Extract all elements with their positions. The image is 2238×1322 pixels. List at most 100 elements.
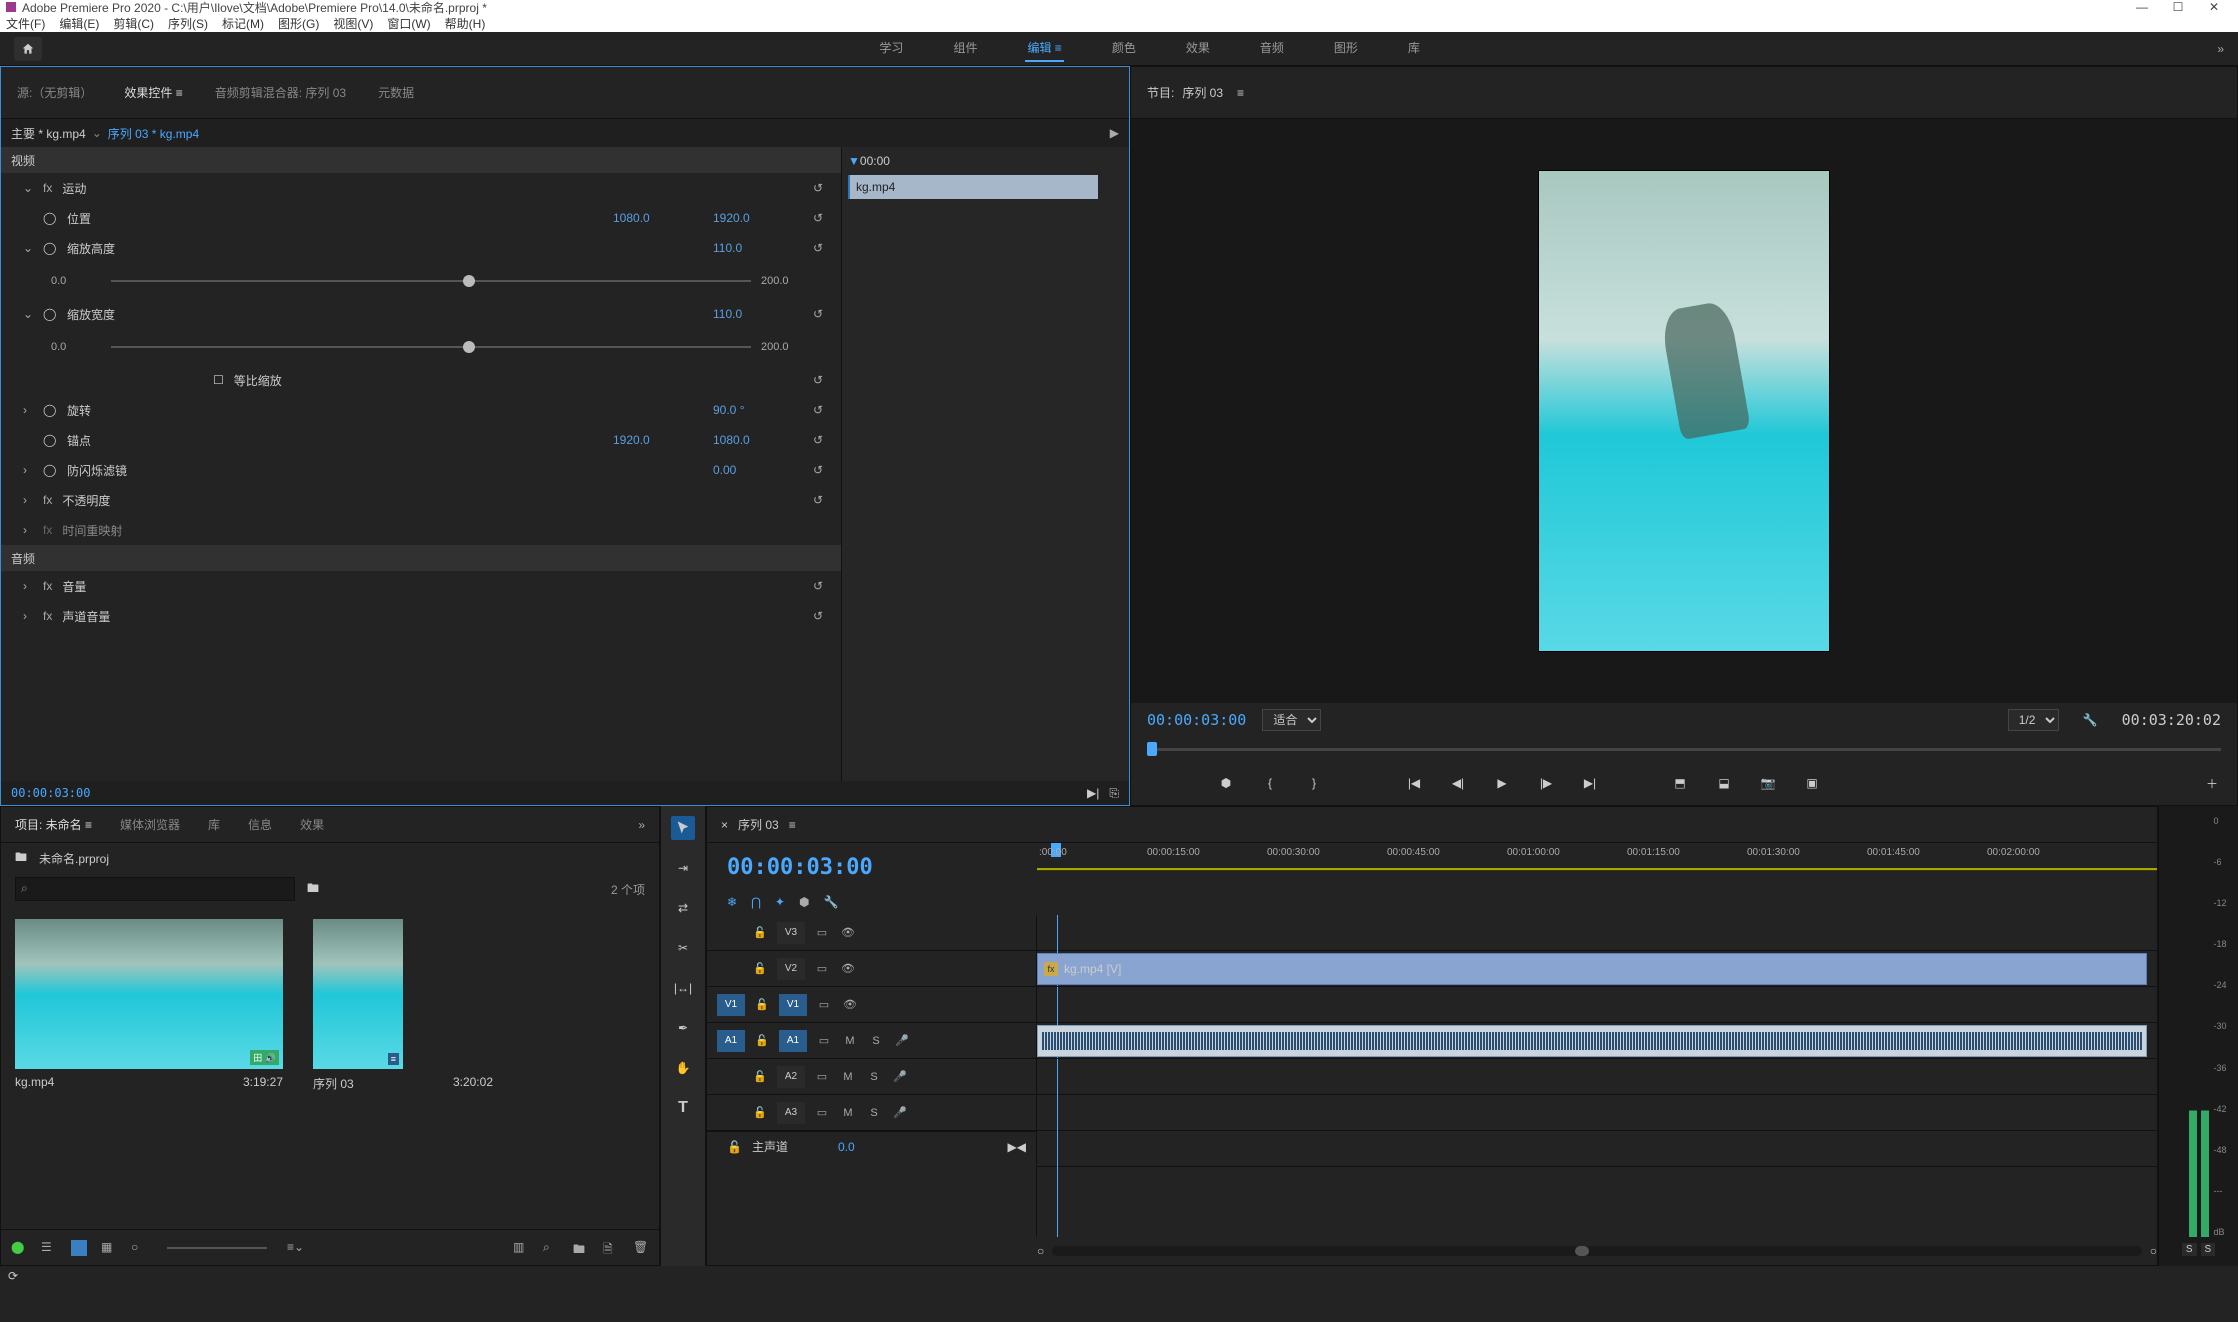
menu-view[interactable]: 视图(V) [333, 15, 373, 32]
tab-project[interactable]: 项目: 未命名 [15, 816, 92, 833]
home-button[interactable] [14, 37, 42, 61]
menu-help[interactable]: 帮助(H) [445, 15, 486, 32]
stopwatch-icon[interactable]: ◯ [43, 463, 57, 477]
reset-icon[interactable]: ↺ [813, 241, 831, 255]
mini-clip[interactable]: kg.mp4 [848, 175, 1098, 199]
tab-close-icon[interactable]: × [721, 818, 728, 832]
mark-out-icon[interactable]: } [1305, 774, 1323, 792]
freeform-view-icon[interactable]: ▦ [101, 1240, 117, 1256]
ec-timecode[interactable]: 00:00:03:00 [11, 786, 90, 800]
export-frame-icon[interactable]: ⎘ [1109, 786, 1119, 801]
rotation-value[interactable]: 90.0 ° [713, 403, 803, 417]
source-patch-a1[interactable]: A1 [717, 1030, 745, 1052]
effect-volume[interactable]: ›fx 音量 ↺ [1, 571, 841, 601]
track-header-v2[interactable]: 🔓V2▭👁 [707, 951, 1036, 987]
slip-tool[interactable]: |↔| [671, 976, 695, 1000]
icon-view-icon[interactable] [71, 1240, 87, 1256]
chevron-down-icon[interactable]: ⌄ [92, 126, 102, 140]
reset-icon[interactable]: ↺ [813, 373, 831, 387]
thumb-size-slider[interactable] [167, 1247, 267, 1249]
stopwatch-icon[interactable]: ◯ [43, 211, 57, 225]
settings-icon[interactable]: 🔧 [823, 895, 838, 909]
property-scale-width[interactable]: ⌄◯ 缩放宽度 110.0 ↺ [1, 299, 841, 329]
tab-info[interactable]: 信息 [248, 816, 272, 833]
flicker-value[interactable]: 0.00 [713, 463, 803, 477]
timeline-markers-icon[interactable]: ⬢ [799, 895, 809, 909]
audio-clip[interactable] [1037, 1025, 2147, 1057]
property-uniform-scale[interactable]: ☐ 等比缩放 ↺ [1, 365, 841, 395]
bin-icon[interactable]: 🖿 [15, 848, 29, 869]
playhead-icon[interactable]: ▼ [848, 154, 860, 168]
property-anchor[interactable]: ◯ 锚点 1920.0 1080.0 ↺ [1, 425, 841, 455]
property-scale-height[interactable]: ⌄◯ 缩放高度 110.0 ↺ [1, 233, 841, 263]
stopwatch-icon[interactable]: ◯ [43, 307, 57, 321]
tab-effect-controls[interactable]: 效果控件 [124, 84, 182, 101]
tab-effects[interactable]: 效果 [300, 816, 324, 833]
list-view-icon[interactable]: ☰ [41, 1240, 57, 1256]
automate-to-sequence-icon[interactable]: ▥ [513, 1240, 529, 1256]
position-x[interactable]: 1080.0 [613, 211, 703, 225]
timeline-zoom-bar[interactable]: ○○ [707, 1237, 2157, 1265]
workspace-editing[interactable]: 编辑 [1025, 35, 1063, 62]
type-tool[interactable]: T [671, 1096, 695, 1120]
anchor-y[interactable]: 1080.0 [713, 433, 803, 447]
program-scrubber[interactable] [1131, 737, 2237, 761]
step-back-icon[interactable]: ◀| [1449, 774, 1467, 792]
step-forward-icon[interactable]: |▶ [1537, 774, 1555, 792]
menu-window[interactable]: 窗口(W) [387, 15, 430, 32]
razor-tool[interactable]: ✂ [671, 936, 695, 960]
effect-mini-timeline[interactable]: ▼ 00:00 kg.mp4 [841, 147, 1129, 781]
menu-edit[interactable]: 编辑(E) [59, 15, 99, 32]
go-to-in-icon[interactable]: |◀ [1405, 774, 1423, 792]
stopwatch-icon[interactable]: ◯ [43, 241, 57, 255]
workspace-effects[interactable]: 效果 [1184, 35, 1212, 62]
go-to-playhead-icon[interactable]: ▶ [1110, 126, 1119, 140]
selected-clip-label[interactable]: 序列 03 * kg.mp4 [108, 125, 199, 142]
zoom-thumb-icon[interactable]: ○ [131, 1240, 147, 1256]
export-frame-icon[interactable]: 📷 [1759, 774, 1777, 792]
timeline-timecode[interactable]: 00:00:03:00 [727, 855, 873, 880]
menu-clip[interactable]: 剪辑(C) [113, 15, 154, 32]
workspace-graphics[interactable]: 图形 [1332, 35, 1360, 62]
tab-media-browser[interactable]: 媒体浏览器 [120, 816, 180, 833]
stopwatch-icon[interactable]: ◯ [43, 403, 57, 417]
selection-tool[interactable] [671, 816, 695, 840]
track-header-a3[interactable]: 🔓A3▭MS🎤 [707, 1095, 1036, 1131]
pen-tool[interactable]: ✒ [671, 1016, 695, 1040]
position-y[interactable]: 1920.0 [713, 211, 803, 225]
minimize-button[interactable]: — [2124, 0, 2160, 14]
reset-icon[interactable]: ↺ [813, 307, 831, 321]
reset-icon[interactable]: ↺ [813, 403, 831, 417]
fit-dropdown[interactable]: 适合 [1262, 709, 1321, 731]
go-to-out-icon[interactable]: ▶| [1581, 774, 1599, 792]
source-patch-v1[interactable]: V1 [717, 994, 745, 1016]
tab-source[interactable]: 源:（无剪辑） [17, 84, 92, 101]
scale-width-slider[interactable]: 0.0 200.0 [1, 329, 841, 365]
add-marker-icon[interactable]: ⬢ [1217, 774, 1235, 792]
menu-mark[interactable]: 标记(M) [222, 15, 264, 32]
scale-width-value[interactable]: 110.0 [713, 307, 803, 321]
track-header-v1[interactable]: V1🔓V1▭👁 [707, 987, 1036, 1023]
anchor-x[interactable]: 1920.0 [613, 433, 703, 447]
track-select-tool[interactable]: ⇥ [671, 856, 695, 880]
ripple-edit-tool[interactable]: ⇄ [671, 896, 695, 920]
reset-icon[interactable]: ↺ [813, 463, 831, 477]
workspace-libraries[interactable]: 库 [1406, 35, 1422, 62]
find-icon[interactable]: ⌕ [543, 1240, 559, 1256]
tab-audio-clip-mixer[interactable]: 音频剪辑混合器: 序列 03 [215, 84, 346, 101]
resolution-dropdown[interactable]: 1/2 [2008, 709, 2059, 731]
property-anti-flicker[interactable]: ›◯ 防闪烁滤镜 0.00 ↺ [1, 455, 841, 485]
maximize-button[interactable]: ☐ [2160, 0, 2196, 14]
wrench-icon[interactable]: 🔧 [2083, 713, 2098, 727]
program-tab[interactable]: 节目: 序列 03 ≡ [1131, 67, 2237, 119]
video-clip[interactable]: fxkg.mp4 [V] [1037, 953, 2147, 985]
project-item[interactable]: 田 🔊 kg.mp43:19:27 [15, 919, 283, 1215]
track-header-a2[interactable]: 🔓A2▭MS🎤 [707, 1059, 1036, 1095]
tab-metadata[interactable]: 元数据 [378, 84, 414, 101]
master-track-header[interactable]: 🔓主声道0.0▶◀ [707, 1131, 1036, 1161]
reset-icon[interactable]: ↺ [813, 493, 831, 507]
workspace-audio[interactable]: 音频 [1258, 35, 1286, 62]
mark-in-icon[interactable]: { [1261, 774, 1279, 792]
write-enable-icon[interactable]: ⬤ [11, 1240, 27, 1256]
panel-overflow[interactable]: » [638, 818, 645, 832]
